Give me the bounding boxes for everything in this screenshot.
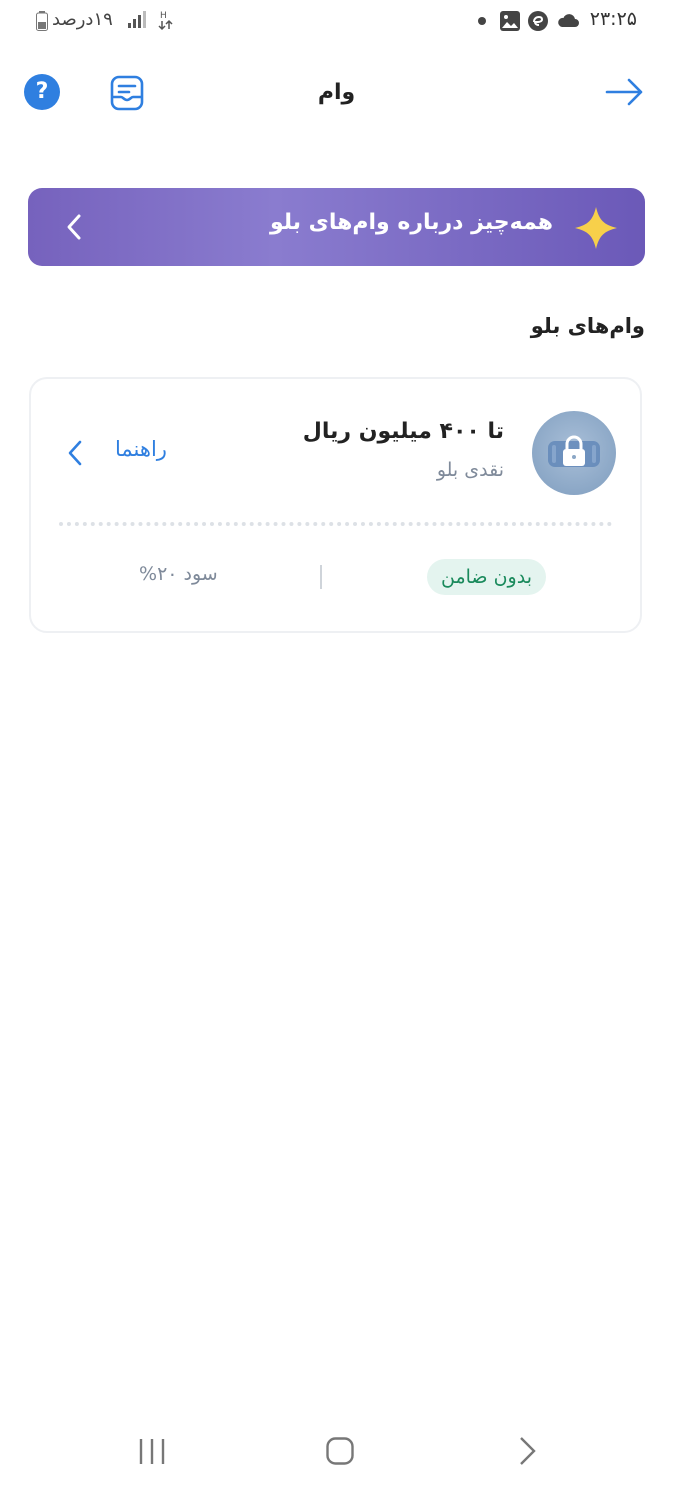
transactions-button[interactable]: [108, 74, 146, 112]
profit-rate: سود ۲۰%: [139, 563, 218, 585]
loan-amount: تا ۴۰۰ میلیون ریال: [302, 419, 504, 444]
back-icon[interactable]: [516, 1436, 540, 1470]
loan-type: نقدی بلو: [436, 459, 504, 481]
signal-icon: [128, 10, 148, 32]
chevron-left-icon: [67, 440, 83, 470]
svg-text:H: H: [160, 11, 167, 21]
lock-wallet-icon: [532, 411, 616, 495]
screen: ۲۳:۲۵ ۱۹درصد H وام: [0, 0, 673, 1500]
app-notification-icon: [527, 10, 549, 36]
dotted-divider: [59, 522, 612, 526]
battery-percentage: ۱۹درصد: [52, 9, 113, 30]
loan-card[interactable]: تا ۴۰۰ میلیون ریال نقدی بلو راهنما بدون …: [29, 377, 642, 633]
page-title: وام: [317, 80, 356, 105]
sparkle-icon: [573, 205, 619, 255]
recents-icon[interactable]: [137, 1436, 167, 1470]
notification-dot: [478, 17, 486, 25]
battery-icon: [36, 11, 48, 35]
status-time: ۲۳:۲۵: [589, 8, 637, 30]
system-nav-bar: [0, 1410, 673, 1500]
home-icon[interactable]: [325, 1436, 355, 1470]
data-arrows-icon: H: [158, 9, 174, 35]
no-guarantor-badge: بدون ضامن: [427, 559, 546, 595]
cloud-icon: [556, 12, 580, 32]
chevron-left-icon: [66, 213, 82, 245]
gallery-icon: [499, 10, 521, 36]
help-button[interactable]: ?: [24, 74, 60, 110]
section-title: وام‌های بلو: [530, 314, 645, 338]
status-bar: ۲۳:۲۵ ۱۹درصد H: [0, 0, 673, 44]
app-header: وام ?: [0, 60, 673, 128]
receipt-icon: [110, 75, 144, 111]
guide-label: راهنما: [115, 437, 167, 461]
banner-text: همه‌چیز درباره وام‌های بلو: [269, 210, 553, 235]
vertical-divider: [320, 565, 322, 589]
loans-info-banner[interactable]: همه‌چیز درباره وام‌های بلو: [28, 188, 645, 266]
